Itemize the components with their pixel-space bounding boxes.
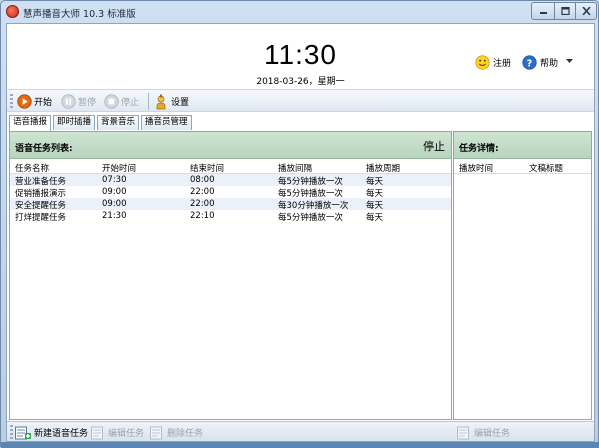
task-end: 08:00 bbox=[190, 175, 215, 185]
main-client-area: 11:30 2018-03-26，星期一 注册 ? 帮助 开始 暂停 停止 设置… bbox=[6, 23, 595, 442]
close-button[interactable] bbox=[575, 2, 597, 20]
table-row[interactable]: 安全提醒任务 09:00 22:00 每30分钟播放一次 每天 bbox=[10, 198, 451, 211]
minimize-icon bbox=[539, 12, 547, 14]
table-row[interactable]: 促销播报演示 09:00 22:00 每5分钟播放一次 每天 bbox=[10, 186, 451, 199]
play-icon bbox=[17, 94, 32, 109]
help-button[interactable]: ? 帮助 bbox=[522, 54, 558, 70]
stop-icon bbox=[104, 94, 119, 109]
svg-text:?: ? bbox=[527, 58, 532, 69]
task-end: 22:00 bbox=[190, 187, 215, 197]
edit-task-button[interactable]: 编辑任务 bbox=[91, 425, 144, 440]
task-detail-title: 任务详情: bbox=[459, 144, 499, 154]
detail-table-header: 播放时间 文稿标题 bbox=[454, 159, 591, 174]
maximize-button[interactable] bbox=[554, 2, 576, 20]
task-period: 每天 bbox=[366, 213, 384, 223]
smiley-icon bbox=[475, 54, 490, 70]
toolbar-separator bbox=[148, 93, 149, 110]
column-header[interactable]: 播放间隔 bbox=[278, 162, 312, 174]
column-header[interactable]: 开始时间 bbox=[102, 162, 136, 174]
stop-label: 停止 bbox=[121, 98, 140, 108]
pause-label: 暂停 bbox=[78, 98, 97, 108]
task-detail-header: 任务详情: bbox=[454, 132, 591, 159]
new-voice-task-label: 新建语音任务 bbox=[34, 429, 89, 439]
edit-task-detail-label: 编辑任务 bbox=[474, 429, 511, 439]
edit-task-icon bbox=[91, 426, 103, 439]
task-start: 21:30 bbox=[102, 211, 127, 221]
tab-announcer-management[interactable]: 播音员管理 bbox=[141, 115, 192, 130]
title-bar[interactable]: 慧声播音大师 10.3 标准版 bbox=[1, 1, 598, 23]
close-icon bbox=[581, 7, 591, 15]
edit-task-detail-button[interactable]: 编辑任务 bbox=[457, 425, 510, 440]
main-toolbar: 开始 暂停 停止 设置 bbox=[7, 89, 594, 112]
add-task-icon bbox=[15, 426, 31, 439]
app-icon bbox=[6, 5, 19, 18]
column-header[interactable]: 播放时间 bbox=[459, 162, 493, 174]
toolbar-grip[interactable] bbox=[10, 425, 13, 439]
task-detail-panel: 任务详情: 播放时间 文稿标题 bbox=[453, 131, 592, 420]
task-start: 09:00 bbox=[102, 187, 127, 197]
pause-button[interactable]: 暂停 bbox=[61, 93, 96, 110]
tab-strip: 语音播报 即时插播 背景音乐 播音员管理 bbox=[9, 115, 192, 131]
delete-task-label: 删除任务 bbox=[167, 429, 204, 439]
register-label: 注册 bbox=[493, 58, 512, 69]
column-header[interactable]: 播放周期 bbox=[366, 162, 400, 174]
maximize-icon bbox=[560, 7, 570, 15]
tab-voice-broadcast[interactable]: 语音播报 bbox=[9, 115, 52, 131]
clock-header: 11:30 2018-03-26，星期一 注册 ? 帮助 bbox=[7, 24, 594, 87]
edit-task-icon bbox=[457, 426, 469, 439]
task-list-title: 语音任务列表: bbox=[15, 144, 73, 154]
toolbar-grip[interactable] bbox=[10, 94, 13, 109]
table-row[interactable]: 营业准备任务 07:30 08:00 每5分钟播放一次 每天 bbox=[10, 174, 451, 187]
bottom-toolbar: 新建语音任务 编辑任务 删除任务 编辑任务 bbox=[7, 421, 594, 441]
task-end: 22:10 bbox=[190, 211, 215, 221]
column-header[interactable]: 结束时间 bbox=[190, 162, 224, 174]
pause-icon bbox=[61, 94, 76, 109]
minimize-button[interactable] bbox=[531, 2, 555, 20]
column-header[interactable]: 文稿标题 bbox=[529, 162, 563, 174]
register-button[interactable]: 注册 bbox=[475, 54, 511, 70]
window-bottom-frame bbox=[1, 442, 599, 448]
task-start: 09:00 bbox=[102, 199, 127, 209]
task-start: 07:30 bbox=[102, 175, 127, 185]
column-header[interactable]: 任务名称 bbox=[15, 162, 49, 174]
task-list-panel: 语音任务列表: 停止 任务名称 开始时间 结束时间 播放间隔 播放周期 营业准备… bbox=[9, 131, 452, 420]
chevron-down-icon[interactable] bbox=[566, 59, 573, 64]
app-window: 慧声播音大师 10.3 标准版 11:30 2018-03-26，星期一 注册 bbox=[0, 0, 599, 448]
task-interval: 每5分钟播放一次 bbox=[278, 213, 343, 223]
delete-task-icon bbox=[150, 426, 162, 439]
help-icon: ? bbox=[522, 54, 537, 70]
stop-button[interactable]: 停止 bbox=[104, 93, 139, 110]
help-label: 帮助 bbox=[540, 58, 559, 69]
window-title: 慧声播音大师 10.3 标准版 bbox=[23, 9, 136, 20]
tab-instant-insert[interactable]: 即时插播 bbox=[53, 115, 96, 130]
settings-label: 设置 bbox=[171, 98, 190, 108]
start-button[interactable]: 开始 bbox=[17, 93, 52, 110]
task-list-header: 语音任务列表: 停止 bbox=[10, 132, 451, 159]
task-table-header: 任务名称 开始时间 结束时间 播放间隔 播放周期 bbox=[10, 159, 451, 174]
playback-state: 停止 bbox=[423, 140, 445, 153]
task-name: 打烊提醒任务 bbox=[15, 213, 67, 223]
settings-button[interactable]: 设置 bbox=[153, 93, 189, 110]
task-end: 22:00 bbox=[190, 199, 215, 209]
date-display: 2018-03-26，星期一 bbox=[256, 77, 345, 87]
tab-background-music[interactable]: 背景音乐 bbox=[97, 115, 140, 130]
settings-icon bbox=[156, 94, 166, 109]
edit-task-label: 编辑任务 bbox=[108, 429, 145, 439]
new-voice-task-button[interactable]: 新建语音任务 bbox=[15, 425, 88, 440]
delete-task-button[interactable]: 删除任务 bbox=[150, 425, 203, 440]
table-row[interactable]: 打烊提醒任务 21:30 22:10 每5分钟播放一次 每天 bbox=[10, 210, 451, 223]
start-label: 开始 bbox=[34, 98, 53, 108]
